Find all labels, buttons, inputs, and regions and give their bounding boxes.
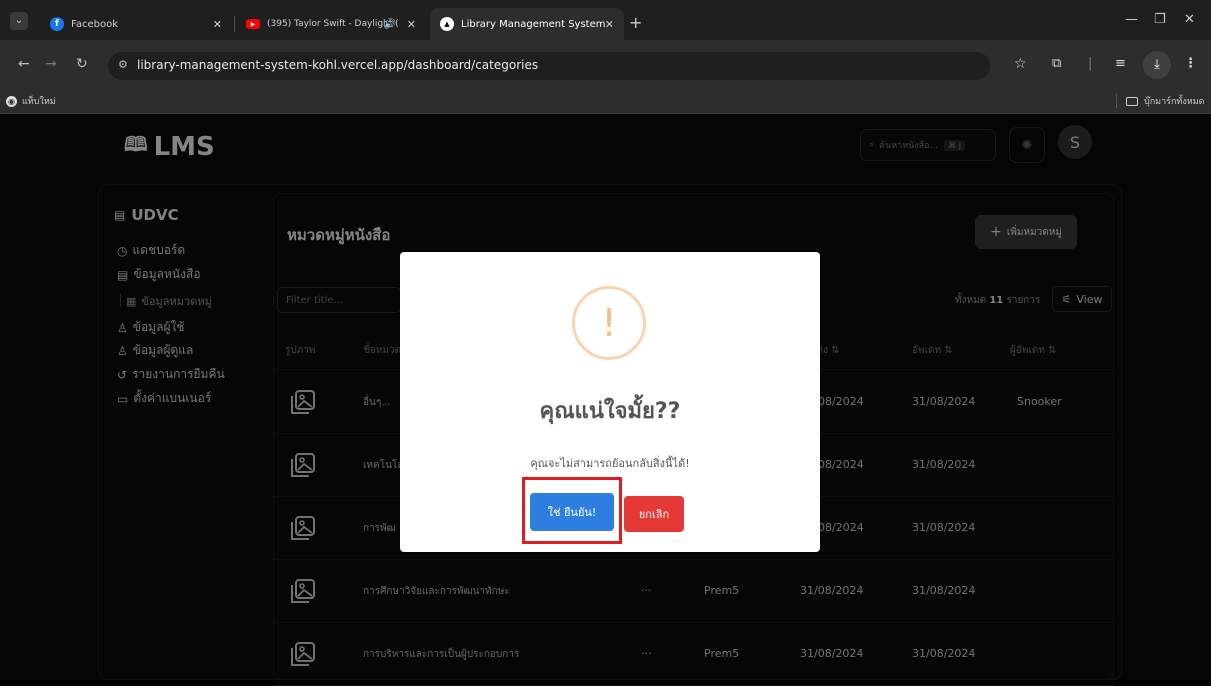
facebook-icon: f — [50, 17, 64, 31]
tab-close-icon[interactable]: ✕ — [407, 18, 416, 31]
tab-close-icon[interactable]: ✕ — [213, 18, 222, 31]
restore-icon[interactable]: ❐ — [1154, 12, 1166, 27]
toolbar-separator: | — [1088, 56, 1093, 71]
new-tab-button[interactable]: + — [629, 13, 642, 32]
bookmarks-bar — [0, 88, 1211, 114]
tab-list-button[interactable]: ⌄ — [10, 12, 28, 30]
dialog-title: คุณแน่ใจมั้ย?? — [539, 399, 681, 424]
site-settings-icon[interactable]: ⚙ — [118, 58, 128, 71]
back-icon[interactable]: ← — [18, 56, 30, 72]
bookmark-separator — [1116, 94, 1117, 108]
folder-icon — [1126, 96, 1138, 106]
tab-separator — [234, 16, 235, 32]
audio-icon[interactable]: 🔊 — [384, 19, 396, 30]
bookmark-star-icon[interactable]: ☆ — [1014, 56, 1027, 72]
tab-youtube[interactable]: ▶ (395) Taylor Swift - Daylight ( 🔊 ✕ — [236, 8, 426, 40]
youtube-icon: ▶ — [246, 19, 260, 29]
download-icon[interactable]: ⤓ — [1143, 51, 1171, 79]
tab-close-icon[interactable]: ✕ — [605, 18, 614, 31]
warning-icon: ! — [572, 286, 646, 360]
close-window-icon[interactable]: ✕ — [1184, 12, 1195, 27]
tab-title: (395) Taylor Swift - Daylight ( — [267, 19, 399, 29]
dialog-message: คุณจะไม่สามารถย้อนกลับสิ่งนี้ได้! — [530, 457, 690, 470]
cancel-button[interactable]: ยกเลิก — [624, 496, 684, 532]
bookmark-label: แท็บใหม่ — [22, 97, 56, 107]
menu-icon[interactable]: ⋮ — [1184, 56, 1197, 71]
bookmark-new-tab[interactable]: ◉ แท็บใหม่ — [6, 94, 56, 108]
globe-icon: ◉ — [6, 95, 17, 107]
tab-title: Library Management System — [461, 18, 606, 30]
extensions-icon[interactable]: ⧉ — [1052, 56, 1061, 71]
forward-icon[interactable]: → — [45, 56, 57, 72]
bookmark-label: บุ๊กมาร์กทั้งหมด — [1144, 97, 1205, 107]
reading-list-icon[interactable]: ≡ — [1115, 56, 1126, 71]
minimize-icon[interactable]: — — [1125, 12, 1138, 27]
tab-library-management[interactable]: ▲ Library Management System ✕ — [430, 8, 624, 40]
all-bookmarks[interactable]: บุ๊กมาร์กทั้งหมด — [1126, 94, 1204, 108]
reload-icon[interactable]: ↻ — [76, 56, 88, 72]
tab-facebook[interactable]: f Facebook ✕ — [40, 8, 232, 40]
tab-title: Facebook — [71, 18, 118, 30]
vercel-icon: ▲ — [440, 17, 454, 31]
url-text[interactable]: library-management-system-kohl.vercel.ap… — [137, 58, 538, 72]
confirm-delete-button[interactable]: ใช่ ยืนยัน! — [530, 493, 614, 531]
